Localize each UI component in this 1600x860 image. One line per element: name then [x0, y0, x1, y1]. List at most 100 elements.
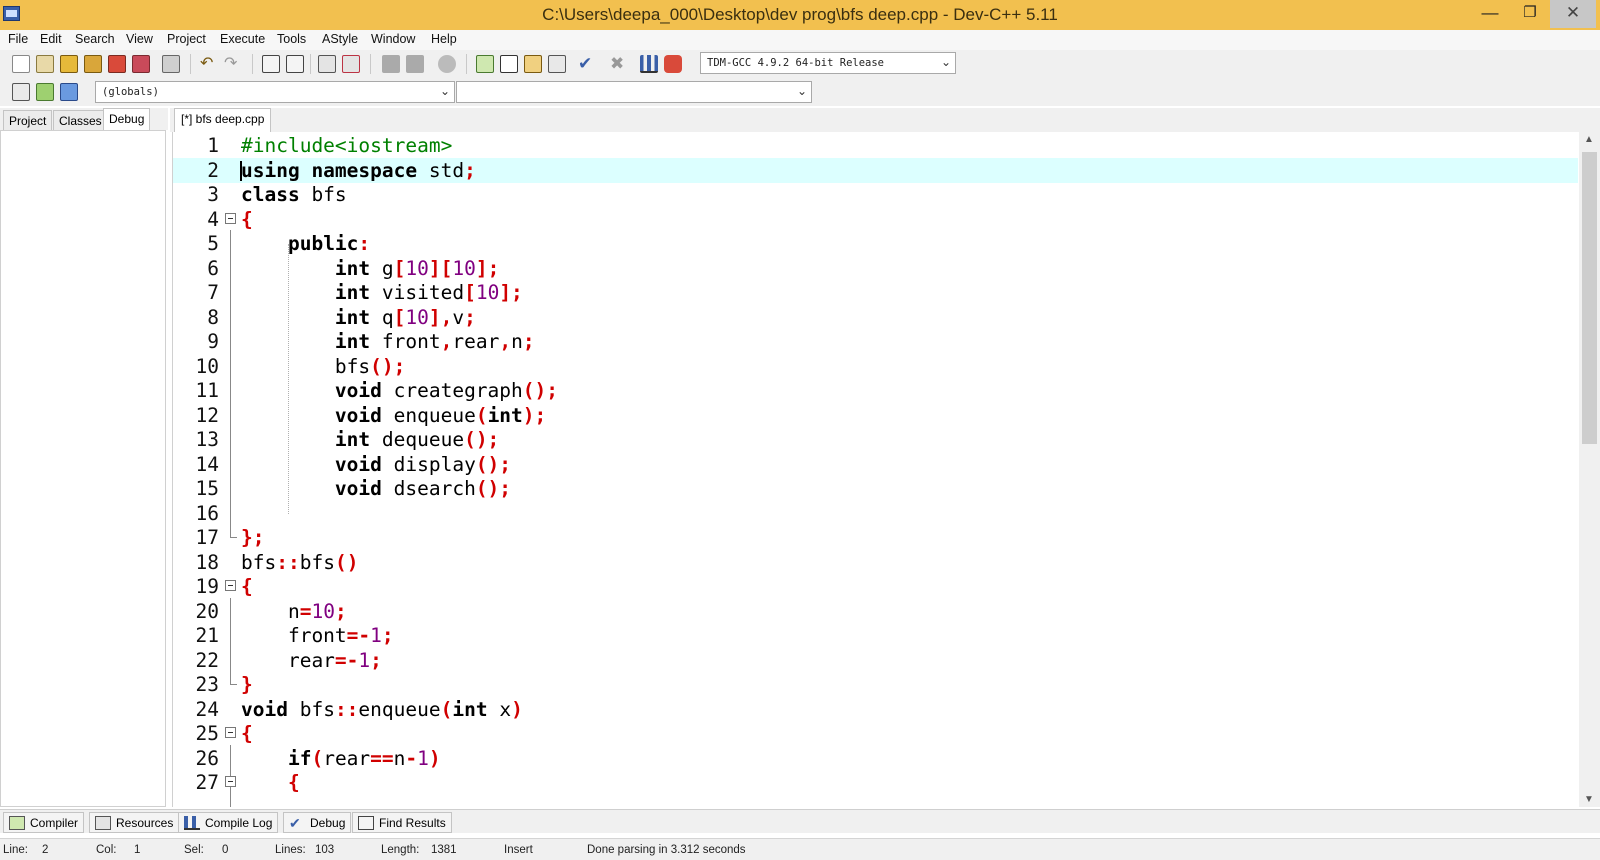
debug-check-icon: ✔	[289, 815, 301, 831]
status-sel-label: Sel:	[184, 844, 204, 856]
scroll-up-icon[interactable]: ▲	[1584, 134, 1594, 145]
rebuild-all-icon[interactable]	[548, 55, 566, 73]
undo-icon[interactable]: ↶	[200, 55, 218, 73]
left-panel-content[interactable]	[0, 130, 166, 807]
line-number: 12	[195, 404, 219, 427]
fold-collapse-icon[interactable]	[225, 580, 236, 591]
line-number: 2	[207, 159, 219, 182]
compile-run-icon[interactable]	[524, 55, 542, 73]
scope-select[interactable]: (globals) ⌄	[95, 81, 455, 103]
tab-bfs-deep-cpp[interactable]: [*] bfs deep.cpp	[174, 108, 272, 132]
goto-icon[interactable]	[36, 83, 54, 101]
tab-compiler[interactable]: Compiler	[3, 812, 85, 833]
print-icon[interactable]	[162, 55, 180, 73]
menu-search[interactable]: Search	[75, 32, 115, 46]
stop-execution-icon[interactable]: ✖	[610, 55, 628, 73]
tab-bottom-debug[interactable]: ✔ Debug	[283, 812, 352, 833]
resources-icon	[95, 816, 111, 830]
tab-project[interactable]: Project	[3, 110, 53, 131]
fold-collapse-icon[interactable]	[225, 776, 236, 787]
title-bar: C:\Users\deepa_000\Desktop\dev prog\bfs …	[0, 0, 1600, 30]
find-icon[interactable]	[262, 55, 280, 73]
replace-icon[interactable]	[286, 55, 304, 73]
redo-icon[interactable]: ↷	[224, 55, 242, 73]
code-line: 21 front=-1;	[173, 623, 1578, 648]
menu-window[interactable]: Window	[371, 32, 415, 46]
status-col-value: 1	[134, 844, 141, 856]
run-icon[interactable]	[500, 55, 518, 73]
bookmark-icon[interactable]	[60, 83, 78, 101]
debug-icon[interactable]	[664, 55, 682, 73]
maximize-button[interactable]: ❐	[1510, 0, 1550, 28]
line-number: 1	[207, 134, 219, 157]
bookmark-next-icon[interactable]	[406, 55, 424, 73]
menu-view[interactable]: View	[126, 32, 153, 46]
code-line: 12 void enqueue(int);	[173, 403, 1578, 428]
line-number: 15	[195, 477, 219, 500]
code-editor[interactable]: 1 #include<iostream> 2 using namespace std…	[172, 132, 1578, 807]
fold-collapse-icon[interactable]	[225, 727, 236, 738]
tab-compile-log[interactable]: Compile Log	[178, 812, 279, 833]
status-length-value: 1381	[431, 844, 457, 856]
tab-debug[interactable]: Debug	[103, 108, 151, 131]
class-toolbar: (globals) ⌄ ⌄	[0, 78, 1600, 106]
insert-icon[interactable]	[12, 83, 30, 101]
close-file-icon[interactable]	[108, 55, 126, 73]
code-line: 18 bfs::bfs()	[173, 550, 1578, 575]
open-file-icon[interactable]	[36, 55, 54, 73]
scrollbar-thumb[interactable]	[1582, 152, 1597, 444]
status-line-value: 2	[42, 844, 49, 856]
tab-resources[interactable]: Resources	[89, 812, 180, 833]
profile-icon[interactable]	[640, 55, 658, 73]
new-file-icon[interactable]	[12, 55, 30, 73]
tab-find-results-label: Find Results	[379, 816, 446, 830]
left-panel-tabs: Project Classes Debug	[0, 108, 168, 131]
toolbar-separator	[370, 54, 371, 74]
toggle-bookmark-icon[interactable]	[438, 55, 456, 73]
minimize-button[interactable]: —	[1470, 0, 1510, 28]
line-number: 5	[207, 232, 219, 255]
code-line: 16	[173, 501, 1578, 526]
menu-bar: File Edit Search View Project Execute To…	[0, 30, 1600, 50]
code-line: 10 bfs();	[173, 354, 1578, 379]
menu-help[interactable]: Help	[431, 32, 457, 46]
fold-collapse-icon[interactable]	[225, 213, 236, 224]
close-button[interactable]: ✕	[1550, 0, 1596, 28]
menu-astyle[interactable]: AStyle	[322, 32, 358, 46]
menu-project[interactable]: Project	[167, 32, 206, 46]
compiler-select[interactable]: TDM-GCC 4.9.2 64-bit Release ⌄	[700, 52, 956, 74]
menu-edit[interactable]: Edit	[40, 32, 62, 46]
tab-resources-label: Resources	[116, 816, 174, 830]
line-number: 9	[207, 330, 219, 353]
code-line-current: 2 using namespace std;	[173, 158, 1578, 183]
code-line: 17};	[173, 525, 1578, 550]
indent-icon[interactable]	[318, 55, 336, 73]
unindent-icon[interactable]	[342, 55, 360, 73]
bookmark-prev-icon[interactable]	[382, 55, 400, 73]
code-line: 23}	[173, 672, 1578, 697]
code-line: 7 int visited[10];	[173, 280, 1578, 305]
menu-file[interactable]: File	[8, 32, 28, 46]
code-line: 14 void display();	[173, 452, 1578, 477]
compile-icon[interactable]	[476, 55, 494, 73]
menu-execute[interactable]: Execute	[220, 32, 265, 46]
tab-bottom-debug-label: Debug	[310, 816, 346, 830]
line-number: 26	[195, 747, 219, 770]
status-line-label: Line:	[3, 844, 28, 856]
save-icon[interactable]	[60, 55, 78, 73]
member-select[interactable]: ⌄	[456, 81, 812, 103]
menu-tools[interactable]: Tools	[277, 32, 306, 46]
tab-classes[interactable]: Classes	[53, 110, 108, 131]
editor-tabstrip: [*] bfs deep.cpp	[170, 108, 1600, 132]
tab-find-results[interactable]: Find Results	[352, 812, 452, 833]
text-caret	[240, 161, 242, 181]
close-all-icon[interactable]	[132, 55, 150, 73]
save-all-icon[interactable]	[84, 55, 102, 73]
line-number: 23	[195, 673, 219, 696]
toolbar-separator	[310, 54, 311, 74]
code-line: 11 void creategraph();	[173, 378, 1578, 403]
syntax-check-icon[interactable]: ✔	[578, 55, 596, 73]
line-number: 22	[195, 649, 219, 672]
scroll-down-icon[interactable]: ▼	[1584, 794, 1594, 805]
editor-vertical-scrollbar[interactable]: ▲ ▼	[1579, 132, 1600, 807]
